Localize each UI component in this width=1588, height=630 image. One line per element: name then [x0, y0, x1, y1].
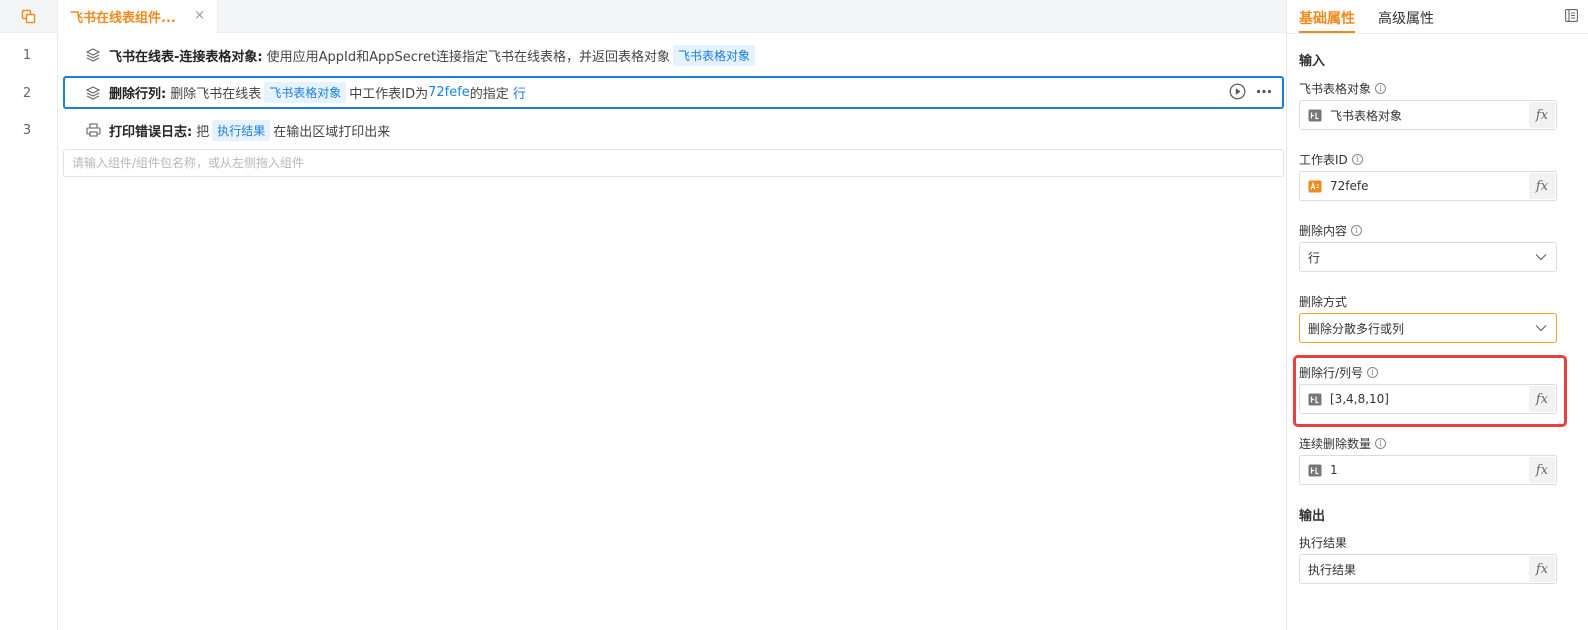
editor-tab-bar: 飞书在线表组件... ×: [58, 0, 1286, 33]
fx-expression-button[interactable]: fx: [1529, 457, 1555, 483]
statement-line-active[interactable]: 删除行列: 删除飞书在线表 飞书表格对象 中工作表ID为 72fefe 的指定 …: [63, 76, 1284, 109]
panel-tabs: 基础属性 高级属性: [1287, 0, 1588, 34]
field-value: 飞书表格对象: [1330, 108, 1403, 123]
field-value: 行: [1308, 250, 1321, 265]
field-value: [3,4,8,10]: [1330, 392, 1389, 406]
active-tab-indicator: [1299, 31, 1355, 33]
field-label-text: 删除方式: [1299, 295, 1348, 309]
row-col-numbers-field[interactable]: [3,4,8,10] fx: [1299, 384, 1557, 414]
param-value-link[interactable]: 72fefe: [428, 85, 470, 100]
info-icon[interactable]: i: [1375, 438, 1387, 449]
tab-title: 飞书在线表组件...: [70, 11, 176, 26]
tab-basic-properties[interactable]: 基础属性: [1299, 8, 1355, 28]
more-icon[interactable]: [1256, 83, 1272, 100]
statement-title: 打印错误日志:: [109, 124, 193, 140]
field-label: 连续删除数量 i: [1299, 435, 1387, 452]
line-number: 3: [22, 123, 32, 138]
statement-text: 把: [196, 124, 210, 140]
info-icon[interactable]: i: [1367, 367, 1379, 378]
layers-icon: [83, 83, 103, 103]
output-section-title: 输出: [1299, 509, 1326, 524]
statement-text: 使用应用AppId和AppSecret连接指定飞书在线表格，并返回表格对象: [266, 49, 671, 65]
statement-text: 中工作表ID为: [349, 87, 429, 102]
field-label: 飞书表格对象 i: [1299, 80, 1387, 97]
field-label-text: 工作表ID: [1299, 153, 1348, 167]
line-number: 2: [22, 86, 32, 101]
info-icon[interactable]: i: [1351, 154, 1363, 165]
properties-panel: 基础属性 高级属性 输入 飞书表格对象 i 飞书表格对象 fx 工作表ID i …: [1286, 0, 1588, 630]
field-label: 工作表ID i: [1299, 151, 1363, 168]
line-actions: [1229, 83, 1272, 100]
delete-content-select[interactable]: 行: [1299, 242, 1557, 272]
field-value: 执行结果: [1308, 562, 1357, 577]
field-label-text: 飞书表格对象: [1299, 82, 1372, 96]
panel-collapse-icon[interactable]: [1565, 9, 1578, 22]
close-icon[interactable]: ×: [194, 8, 205, 23]
fx-expression-button[interactable]: fx: [1529, 102, 1555, 128]
string-type-icon: [1308, 180, 1322, 192]
statement-text: 删除飞书在线表: [170, 87, 262, 102]
field-label: 执行结果: [1299, 534, 1347, 551]
line-number: 1: [22, 48, 32, 63]
statement-line[interactable]: 飞书在线表-连接表格对象: 使用应用AppId和AppSecret连接指定飞书在…: [63, 39, 1284, 71]
statement-text: 在输出区域打印出来: [273, 124, 391, 140]
variable-chip[interactable]: 执行结果: [212, 119, 271, 141]
layers-icon: [83, 45, 103, 65]
statement-line[interactable]: 打印错误日志: 把 执行结果 在输出区域打印出来: [63, 114, 1284, 146]
input-section-title: 输入: [1299, 54, 1326, 69]
chevron-down-icon: [1535, 325, 1547, 332]
tab-advanced-properties[interactable]: 高级属性: [1378, 8, 1434, 28]
statement-title: 飞书在线表-连接表格对象:: [109, 49, 263, 65]
field-label-text: 连续删除数量: [1299, 437, 1372, 451]
chevron-down-icon: [1535, 254, 1547, 261]
variable-type-icon: [1308, 109, 1322, 121]
variable-type-icon: [1308, 393, 1322, 405]
field-value: 72fefe: [1330, 179, 1369, 193]
printer-icon: [83, 120, 103, 140]
param-value-link[interactable]: 行: [513, 83, 526, 102]
fx-expression-button[interactable]: fx: [1529, 556, 1555, 582]
run-icon[interactable]: [1229, 83, 1246, 100]
field-label: 删除方式: [1299, 293, 1347, 310]
result-output-field[interactable]: 执行结果 fx: [1299, 554, 1557, 584]
sheet-object-field[interactable]: 飞书表格对象 fx: [1299, 100, 1557, 130]
field-value: 删除分散多行或列: [1308, 321, 1405, 336]
field-label: 删除行/列号 i: [1299, 364, 1379, 381]
variable-chip[interactable]: 飞书表格对象: [264, 82, 347, 103]
field-value: 1: [1330, 463, 1338, 477]
variable-chip[interactable]: 飞书表格对象: [673, 44, 756, 66]
delete-mode-select[interactable]: 删除分散多行或列: [1299, 313, 1557, 343]
field-label-text: 删除内容: [1299, 224, 1348, 238]
statement-text: 的指定: [469, 87, 509, 102]
field-label: 删除内容 i: [1299, 222, 1363, 239]
delete-count-field[interactable]: 1 fx: [1299, 455, 1557, 485]
field-label-text: 执行结果: [1299, 536, 1348, 550]
info-icon[interactable]: i: [1375, 83, 1387, 94]
info-icon[interactable]: i: [1351, 225, 1363, 236]
field-label-text: 删除行/列号: [1299, 366, 1364, 380]
app-window: 1 2 3 飞书在线表组件... × 飞书在线表-连接表格对象: 使用应用App…: [0, 0, 1588, 630]
statement-title: 删除行列:: [109, 87, 167, 102]
fx-expression-button[interactable]: fx: [1529, 173, 1555, 199]
fx-expression-button[interactable]: fx: [1529, 386, 1555, 412]
sheet-id-field[interactable]: 72fefe fx: [1299, 171, 1557, 201]
tab-flow-editor[interactable]: 飞书在线表组件... ×: [58, 0, 218, 33]
gutter-header: [0, 0, 57, 33]
variable-type-icon: [1308, 464, 1322, 476]
component-search-input[interactable]: [63, 149, 1284, 177]
line-gutter: 1 2 3: [0, 0, 58, 630]
file-copy-icon[interactable]: [21, 9, 36, 24]
